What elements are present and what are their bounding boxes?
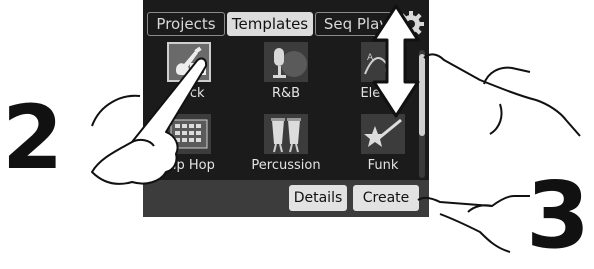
tab-templates[interactable]: Templates (227, 12, 313, 36)
synth-icon: A (361, 42, 405, 82)
details-button[interactable]: Details (289, 185, 347, 211)
svg-text:A: A (367, 53, 374, 63)
template-hip-hop[interactable]: Hip Hop (149, 110, 229, 178)
tab-bar: Projects Templates Seq Play (143, 0, 429, 38)
conga-icon (264, 114, 308, 154)
template-rnb[interactable]: R&B (246, 38, 326, 106)
template-rock[interactable]: Rock (149, 38, 229, 106)
template-percussion[interactable]: Percussion (246, 110, 326, 178)
drum-machine-icon (167, 114, 211, 154)
template-label: Hip Hop (163, 158, 215, 173)
template-label: Percussion (251, 158, 321, 173)
microphone-icon (264, 42, 308, 82)
template-label: Rock (173, 86, 205, 101)
create-button[interactable]: Create (353, 185, 419, 211)
app-screen: Projects Templates Seq Play Rock R&B A E… (143, 0, 429, 217)
template-funk[interactable]: Funk (343, 110, 423, 178)
gear-icon[interactable] (397, 10, 425, 38)
right-hand-icon (423, 53, 581, 137)
step-number-2: 2 (2, 86, 63, 189)
template-electro[interactable]: A Electro (343, 38, 423, 106)
tab-projects[interactable]: Projects (147, 12, 225, 36)
step-number-3: 3 (526, 162, 591, 269)
pointing-hand-icon (417, 195, 530, 253)
bottom-bar: Details Create (143, 180, 429, 217)
template-label: Funk (367, 158, 399, 173)
template-label: R&B (271, 86, 301, 101)
template-grid: Rock R&B A Electro Hip Hop Percussion Fu… (143, 38, 429, 178)
scrollbar-thumb[interactable] (419, 54, 425, 136)
electric-guitar-icon (167, 42, 211, 82)
guitar-star-icon (361, 114, 405, 154)
tab-seq-play[interactable]: Seq Play (315, 12, 397, 36)
template-label: Electro (360, 86, 406, 101)
